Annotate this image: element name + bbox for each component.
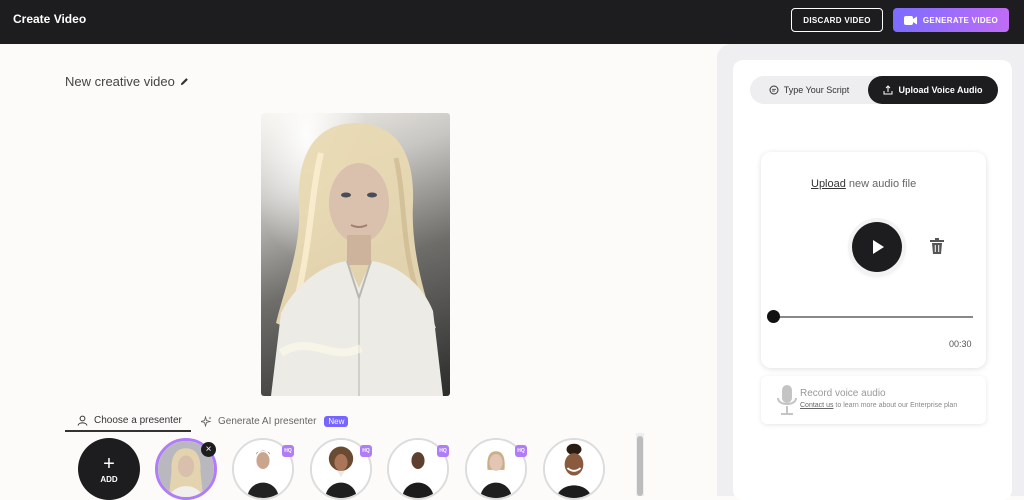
- contact-us-link[interactable]: Contact us: [800, 402, 833, 409]
- audio-progress-track[interactable]: [773, 316, 973, 318]
- chat-bubble-icon: [769, 85, 779, 95]
- tab-type-your-script-label: Type Your Script: [783, 85, 850, 95]
- page-title: Create Video: [13, 12, 87, 26]
- upload-audio-prompt: Upload new audio file: [811, 178, 916, 190]
- trash-icon[interactable]: [929, 237, 945, 255]
- tab-upload-voice-audio-label: Upload Voice Audio: [898, 85, 983, 95]
- script-mode-toggle: Type Your Script Upload Voice Audio: [750, 76, 998, 104]
- top-bar: Create Video DISCARD VIDEO GENERATE VIDE…: [0, 0, 1024, 44]
- tab-generate-ai-presenter-label: Generate AI presenter: [218, 415, 317, 427]
- presenter-portrait: [271, 123, 443, 396]
- video-title[interactable]: New creative video: [65, 74, 189, 89]
- add-presenter-label: ADD: [100, 474, 118, 484]
- play-icon: [873, 240, 884, 254]
- upload-audio-link[interactable]: Upload: [811, 178, 846, 190]
- microphone-icon: [777, 385, 797, 415]
- video-title-text: New creative video: [65, 74, 175, 89]
- hq-badge: HQ: [360, 445, 372, 457]
- tab-choose-presenter[interactable]: Choose a presenter: [65, 410, 191, 432]
- video-camera-icon: [903, 15, 917, 25]
- record-voice-subtext: Contact us to learn more about our Enter…: [800, 402, 957, 409]
- discard-video-button[interactable]: DISCARD VIDEO: [791, 8, 883, 32]
- record-voice-title: Record voice audio: [800, 388, 886, 399]
- play-button[interactable]: [852, 222, 902, 272]
- audio-progress-handle[interactable]: [767, 310, 780, 323]
- presenter-tabs: Choose a presenter Generate AI presenter…: [65, 410, 385, 434]
- new-badge: New: [324, 415, 349, 427]
- remove-presenter-button[interactable]: ×: [201, 442, 216, 457]
- presenter-preview: [261, 113, 450, 396]
- enterprise-plan-text: to learn more about our Enterprise plan: [833, 402, 958, 409]
- generate-video-label: GENERATE VIDEO: [922, 15, 999, 25]
- plus-icon: +: [103, 452, 115, 475]
- hq-badge: HQ: [437, 445, 449, 457]
- tab-type-your-script[interactable]: Type Your Script: [750, 76, 868, 104]
- upload-icon: [883, 85, 893, 95]
- pencil-icon[interactable]: [180, 77, 189, 86]
- upload-audio-text: new audio file: [845, 178, 917, 190]
- hq-badge: HQ: [282, 445, 294, 457]
- sparkle-icon: [201, 415, 212, 427]
- add-presenter-button[interactable]: + ADD: [78, 438, 140, 500]
- tab-upload-voice-audio[interactable]: Upload Voice Audio: [868, 76, 998, 104]
- generate-video-button[interactable]: GENERATE VIDEO: [893, 8, 1009, 32]
- audio-duration: 00:30: [949, 339, 972, 349]
- tab-generate-ai-presenter[interactable]: Generate AI presenter New: [201, 410, 349, 432]
- tab-choose-presenter-label: Choose a presenter: [94, 414, 182, 426]
- presenter-scrollbar[interactable]: [637, 436, 643, 496]
- presenter-avatar-6[interactable]: [543, 438, 605, 500]
- hq-badge: HQ: [515, 445, 527, 457]
- person-icon: [77, 415, 88, 426]
- presenter-portrait-6: [545, 440, 603, 498]
